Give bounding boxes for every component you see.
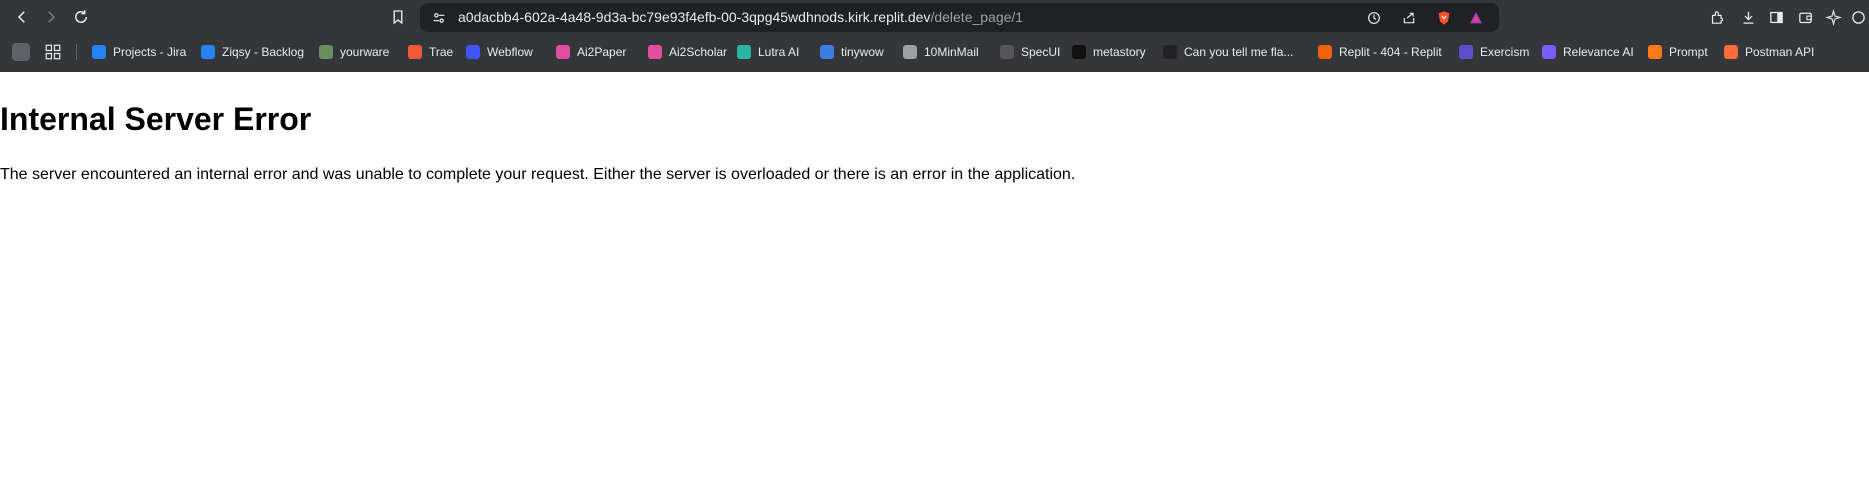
brave-rewards-icon[interactable] — [1466, 8, 1486, 28]
back-arrow-icon — [17, 11, 25, 23]
bookmark-item[interactable]: Webflow — [466, 43, 533, 61]
bookmark-label: Ziqsy - Backlog — [222, 45, 305, 59]
ai2-icon — [648, 45, 662, 59]
bookmark-icon — [393, 10, 403, 25]
error-heading: Internal Server Error — [0, 101, 312, 137]
url-text[interactable]: a0dacbb4-602a-4a48-9d3a-bc79e93f4efb-00-… — [458, 9, 1023, 25]
wallet-icon[interactable] — [1794, 6, 1816, 28]
bookmark-item[interactable]: Replit - 404 - Replit — [1318, 43, 1442, 61]
bookmark-label: Webflow — [487, 45, 533, 59]
address-bar[interactable]: a0dacbb4-602a-4a48-9d3a-bc79e93f4efb-00-… — [420, 3, 1499, 32]
bookmark-item[interactable]: Exercism — [1459, 43, 1529, 61]
yourware-icon — [319, 45, 333, 59]
bookmark-item[interactable]: yourware — [319, 43, 389, 61]
tinywow-icon — [820, 45, 834, 59]
bookmark-item[interactable]: Ziqsy - Backlog — [201, 43, 304, 61]
lutra-icon — [737, 45, 751, 59]
exercism-icon — [1459, 45, 1473, 59]
specui-icon — [1000, 45, 1014, 59]
globe-icon — [903, 45, 917, 59]
relevance-icon — [1542, 45, 1556, 59]
bookmark-item[interactable]: Ai2Scholar — [648, 43, 727, 61]
back-button[interactable] — [10, 5, 34, 29]
browser-chrome: a0dacbb4-602a-4a48-9d3a-bc79e93f4efb-00-… — [0, 0, 1869, 72]
replit-icon — [1318, 45, 1332, 59]
bookmark-button[interactable] — [386, 5, 410, 29]
bookmark-label: Postman API — [1745, 45, 1815, 59]
bookmark-label: Prompt — [1669, 45, 1708, 59]
downloads-icon[interactable] — [1737, 6, 1759, 28]
history-icon[interactable] — [1364, 8, 1384, 28]
bookmark-divider — [76, 44, 77, 60]
url-host: a0dacbb4-602a-4a48-9d3a-bc79e93f4efb-00-… — [458, 9, 931, 25]
bookmark-item[interactable]: Prompt — [1648, 43, 1708, 61]
brave-shields-icon[interactable] — [1434, 8, 1454, 28]
bookmark-item[interactable]: Trae — [408, 43, 453, 61]
bookmark-item[interactable]: Lutra AI — [737, 43, 799, 61]
bookmark-item[interactable]: Ai2Paper — [556, 43, 626, 61]
bookmark-label: Can you tell me fla... — [1184, 45, 1294, 59]
bookmark-item[interactable]: Relevance AI — [1542, 43, 1634, 61]
bookmark-label: Ai2Scholar — [669, 45, 728, 59]
metastory-icon — [1072, 45, 1086, 59]
bookmark-item[interactable]: SpecUI — [1000, 43, 1060, 61]
bookmark-label: yourware — [340, 45, 390, 59]
reload-icon — [75, 10, 87, 23]
bookmark-item[interactable]: Can you tell me fla... — [1163, 43, 1293, 61]
jira-icon — [201, 45, 215, 59]
browser-toolbar: a0dacbb4-602a-4a48-9d3a-bc79e93f4efb-00-… — [0, 0, 1869, 34]
bookmark-label: Ai2Paper — [577, 45, 627, 59]
url-path: /delete_page/1 — [930, 9, 1024, 25]
ai2-icon — [556, 45, 570, 59]
profile-icon[interactable] — [1849, 6, 1867, 28]
site-info-icon[interactable] — [429, 8, 449, 28]
bookmark-label: Exercism — [1480, 45, 1530, 59]
bookmark-item[interactable]: Postman API — [1724, 43, 1814, 61]
bookmark-label: tinywow — [841, 45, 884, 59]
bookmark-label: SpecUI — [1021, 45, 1061, 59]
apps-grid-icon[interactable] — [44, 43, 62, 61]
bookmark-label: Lutra AI — [758, 45, 800, 59]
bookmark-label: Replit - 404 - Replit — [1339, 45, 1442, 59]
bookmark-label: 10MinMail — [924, 45, 979, 59]
bookmark-label: metastory — [1093, 45, 1146, 59]
bookmark-label: Trae — [429, 45, 454, 59]
bookmark-label: Projects - Jira — [113, 45, 187, 59]
bookmark-item[interactable]: 10MinMail — [903, 43, 979, 61]
forward-arrow-icon — [48, 11, 56, 23]
jira-icon — [92, 45, 106, 59]
trae-icon — [408, 45, 422, 59]
bookmark-item[interactable]: tinywow — [820, 43, 884, 61]
bookmark-item[interactable]: Projects - Jira — [92, 43, 186, 61]
extensions-icon[interactable] — [1706, 6, 1728, 28]
share-icon[interactable] — [1399, 8, 1419, 28]
reload-button[interactable] — [69, 5, 93, 29]
bookmark-item[interactable]: metastory — [1072, 43, 1146, 61]
error-message: The server encountered an internal error… — [0, 166, 1076, 183]
bookmark-label: Relevance AI — [1563, 45, 1634, 59]
forward-button[interactable] — [39, 5, 63, 29]
profile-square-icon[interactable] — [12, 43, 30, 61]
webflow-icon — [466, 45, 480, 59]
sidebar-icon[interactable] — [1765, 6, 1787, 28]
bookmarks-bar: Projects - Jira Ziqsy - Backlog yourware Tr… — [0, 38, 1869, 66]
postman-icon — [1724, 45, 1738, 59]
chat-icon — [1163, 45, 1177, 59]
flame-icon — [1648, 45, 1662, 59]
leo-ai-icon[interactable] — [1822, 6, 1844, 28]
